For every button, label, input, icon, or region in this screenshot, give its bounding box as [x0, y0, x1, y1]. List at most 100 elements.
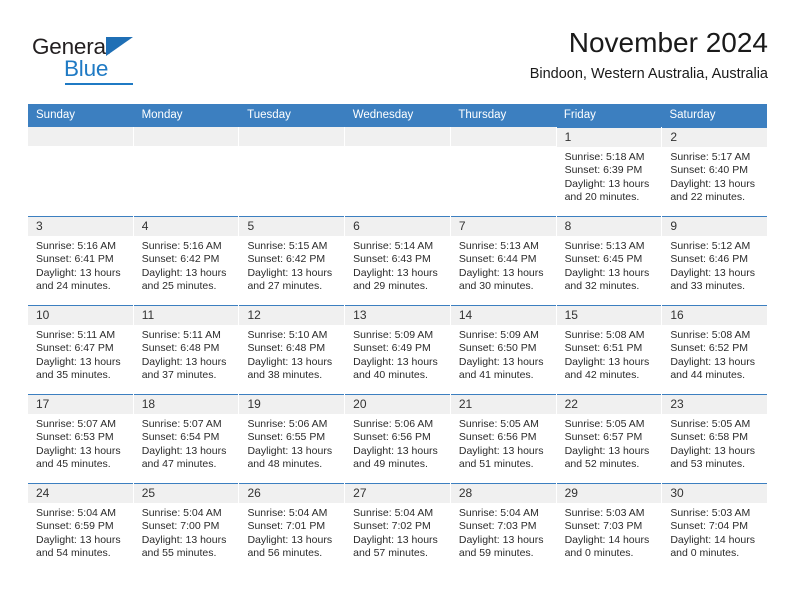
sunrise-text: Sunrise: 5:16 AM — [141, 240, 222, 252]
sunrise-text: Sunrise: 5:04 AM — [247, 507, 328, 519]
weekday-header-row: Sunday Monday Tuesday Wednesday Thursday Frid… — [28, 104, 767, 127]
calendar-day-cell[interactable]: 9 Sunrise: 5:12 AM Sunset: 6:46 PM Daylight… — [662, 216, 768, 305]
daylight-text-line2: and 41 minutes. — [458, 369, 534, 382]
calendar-day-cell[interactable]: 3 Sunrise: 5:16 AM Sunset: 6:41 PM Daylight… — [28, 216, 133, 305]
calendar-day-cell[interactable]: 22 Sunrise: 5:05 AM Sunset: 6:57 PM Dayligh… — [556, 394, 662, 483]
daylight-text-line1: Daylight: 14 hours — [670, 533, 755, 546]
daylight-text-line2: and 51 minutes. — [458, 458, 534, 471]
daylight-text-line1: Daylight: 13 hours — [670, 177, 755, 190]
day-number-band — [450, 127, 556, 146]
calendar-day-cell[interactable]: 28 Sunrise: 5:04 AM Sunset: 7:03 PM Dayligh… — [450, 483, 556, 572]
calendar-day-cell[interactable]: 17 Sunrise: 5:07 AM Sunset: 6:53 PM Dayligh… — [28, 394, 133, 483]
day-number: 5 — [247, 219, 255, 233]
calendar-day-cell[interactable]: 1 Sunrise: 5:18 AM Sunset: 6:39 PM Daylight… — [556, 127, 662, 216]
calendar-day-cell[interactable]: 12 Sunrise: 5:10 AM Sunset: 6:48 PM Dayligh… — [239, 305, 345, 394]
day-details: Sunrise: 5:09 AM Sunset: 6:50 PM Daylight:… — [451, 325, 556, 383]
daylight-text-line2: and 47 minutes. — [141, 458, 217, 471]
calendar-day-cell[interactable]: 10 Sunrise: 5:11 AM Sunset: 6:47 PM Dayligh… — [28, 305, 133, 394]
daylight-text-line1: Daylight: 13 hours — [141, 266, 227, 279]
calendar-day-cell[interactable]: 8 Sunrise: 5:13 AM Sunset: 6:45 PM Daylight… — [556, 216, 662, 305]
sunset-text: Sunset: 6:54 PM — [141, 431, 220, 444]
day-number-band: 10 — [28, 306, 133, 325]
daylight-text-line1: Daylight: 13 hours — [247, 533, 333, 546]
day-details: Sunrise: 5:17 AM Sunset: 6:40 PM Daylight:… — [662, 147, 767, 205]
calendar-day-cell[interactable]: 2 Sunrise: 5:17 AM Sunset: 6:40 PM Daylight… — [662, 127, 768, 216]
daylight-text-line1: Daylight: 13 hours — [564, 266, 650, 279]
day-number-band: 1 — [556, 128, 662, 147]
day-number: 26 — [247, 486, 261, 500]
sunset-text: Sunset: 6:53 PM — [36, 431, 114, 444]
sunset-text: Sunset: 6:52 PM — [670, 342, 748, 355]
daylight-text-line2: and 29 minutes. — [353, 280, 428, 293]
daylight-text-line1: Daylight: 13 hours — [458, 266, 544, 279]
calendar-day-cell[interactable]: 27 Sunrise: 5:04 AM Sunset: 7:02 PM Dayligh… — [345, 483, 450, 572]
sunrise-text: Sunrise: 5:11 AM — [141, 329, 221, 341]
daylight-text-line1: Daylight: 13 hours — [247, 266, 333, 279]
day-number-band: 3 — [28, 217, 133, 236]
calendar-day-cell-empty — [239, 127, 345, 216]
daylight-text-line1: Daylight: 13 hours — [458, 444, 544, 457]
day-details: Sunrise: 5:05 AM Sunset: 6:56 PM Daylight:… — [451, 414, 556, 472]
calendar-day-cell[interactable]: 24 Sunrise: 5:04 AM Sunset: 6:59 PM Dayligh… — [28, 483, 133, 572]
weekday-header-monday: Monday — [141, 109, 183, 121]
calendar-day-cell[interactable]: 6 Sunrise: 5:14 AM Sunset: 6:43 PM Daylight… — [345, 216, 450, 305]
sunrise-text: Sunrise: 5:10 AM — [247, 329, 328, 341]
daylight-text-line1: Daylight: 13 hours — [564, 444, 650, 457]
calendar-day-cell[interactable]: 21 Sunrise: 5:05 AM Sunset: 6:56 PM Dayligh… — [450, 394, 556, 483]
sunrise-text: Sunrise: 5:13 AM — [458, 240, 539, 252]
sunset-text: Sunset: 6:50 PM — [458, 342, 537, 355]
logo-underline — [65, 83, 133, 85]
calendar-day-cell[interactable]: 23 Sunrise: 5:05 AM Sunset: 6:58 PM Dayligh… — [662, 394, 768, 483]
calendar-day-cell[interactable]: 13 Sunrise: 5:09 AM Sunset: 6:49 PM Dayligh… — [345, 305, 450, 394]
sunrise-text: Sunrise: 5:04 AM — [36, 507, 116, 519]
calendar-day-cell[interactable]: 11 Sunrise: 5:11 AM Sunset: 6:48 PM Dayligh… — [133, 305, 239, 394]
weekday-header-wednesday: Wednesday — [352, 109, 414, 121]
day-number-band: 21 — [450, 395, 556, 414]
day-number: 20 — [353, 397, 367, 411]
calendar-day-cell[interactable]: 15 Sunrise: 5:08 AM Sunset: 6:51 PM Dayligh… — [556, 305, 662, 394]
sunset-text: Sunset: 6:39 PM — [564, 164, 643, 177]
calendar-day-cell-empty — [345, 127, 450, 216]
daylight-text-line1: Daylight: 14 hours — [564, 533, 650, 546]
daylight-text-line2: and 37 minutes. — [141, 369, 217, 382]
day-details: Sunrise: 5:10 AM Sunset: 6:48 PM Daylight:… — [239, 325, 344, 383]
calendar-day-cell[interactable]: 19 Sunrise: 5:06 AM Sunset: 6:55 PM Dayligh… — [239, 394, 345, 483]
daylight-text-line2: and 20 minutes. — [564, 191, 640, 204]
daylight-text-line2: and 24 minutes. — [36, 280, 111, 293]
calendar-day-cell[interactable]: 18 Sunrise: 5:07 AM Sunset: 6:54 PM Dayligh… — [133, 394, 239, 483]
day-details: Sunrise: 5:15 AM Sunset: 6:42 PM Daylight:… — [239, 236, 344, 294]
day-details: Sunrise: 5:11 AM Sunset: 6:48 PM Daylight:… — [134, 325, 239, 383]
calendar-day-cell[interactable]: 30 Sunrise: 5:03 AM Sunset: 7:04 PM Dayligh… — [662, 483, 768, 572]
day-number-band: 19 — [239, 395, 345, 414]
calendar-day-cell[interactable]: 26 Sunrise: 5:04 AM Sunset: 7:01 PM Dayligh… — [239, 483, 345, 572]
daylight-text-line2: and 30 minutes. — [458, 280, 534, 293]
calendar-day-cell[interactable]: 14 Sunrise: 5:09 AM Sunset: 6:50 PM Dayligh… — [450, 305, 556, 394]
daylight-text-line2: and 32 minutes. — [564, 280, 640, 293]
day-details: Sunrise: 5:07 AM Sunset: 6:53 PM Daylight:… — [28, 414, 133, 472]
day-number-band: 8 — [556, 217, 662, 236]
calendar-day-cell[interactable]: 25 Sunrise: 5:04 AM Sunset: 7:00 PM Dayligh… — [133, 483, 239, 572]
calendar-weeks: 1 Sunrise: 5:18 AM Sunset: 6:39 PM Daylight… — [28, 127, 768, 572]
sunset-text: Sunset: 7:01 PM — [247, 520, 326, 533]
logo-text-blue: Blue — [64, 56, 109, 81]
daylight-text-line1: Daylight: 13 hours — [141, 533, 227, 546]
sunrise-text: Sunrise: 5:04 AM — [458, 507, 539, 519]
day-details: Sunrise: 5:06 AM Sunset: 6:55 PM Daylight:… — [239, 414, 344, 472]
day-number-band — [345, 127, 450, 146]
sunrise-text: Sunrise: 5:04 AM — [141, 507, 222, 519]
calendar-day-cell[interactable]: 4 Sunrise: 5:16 AM Sunset: 6:42 PM Daylight… — [133, 216, 239, 305]
day-number-band — [28, 127, 133, 146]
day-number-band: 4 — [133, 217, 239, 236]
page-header: General Blue November 2024 Bindoon, West… — [28, 26, 768, 98]
generalblue-logo[interactable]: General Blue — [32, 34, 172, 90]
weekday-header-saturday: Saturday — [669, 109, 716, 121]
calendar-day-cell[interactable]: 16 Sunrise: 5:08 AM Sunset: 6:52 PM Dayligh… — [662, 305, 768, 394]
calendar-day-cell[interactable]: 7 Sunrise: 5:13 AM Sunset: 6:44 PM Daylight… — [450, 216, 556, 305]
blue-triangle-icon — [106, 37, 133, 56]
sunrise-text: Sunrise: 5:08 AM — [670, 329, 751, 341]
calendar-day-cell[interactable]: 5 Sunrise: 5:15 AM Sunset: 6:42 PM Daylight… — [239, 216, 345, 305]
calendar-week-row: 10 Sunrise: 5:11 AM Sunset: 6:47 PM Dayligh… — [28, 305, 768, 394]
sunrise-text: Sunrise: 5:05 AM — [458, 418, 539, 430]
calendar-day-cell[interactable]: 29 Sunrise: 5:03 AM Sunset: 7:03 PM Dayligh… — [556, 483, 662, 572]
calendar-day-cell[interactable]: 20 Sunrise: 5:06 AM Sunset: 6:56 PM Dayligh… — [345, 394, 450, 483]
